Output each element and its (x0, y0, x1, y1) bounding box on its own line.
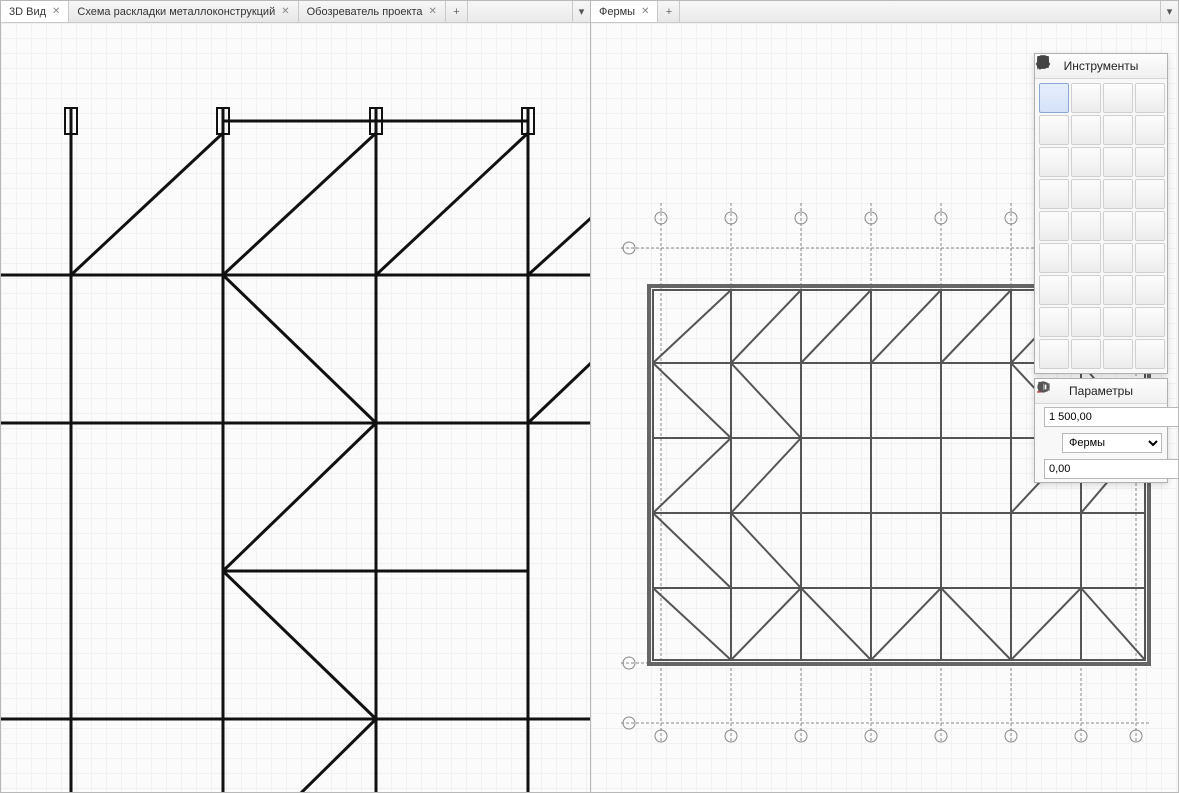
table-tool[interactable] (1039, 179, 1069, 209)
right-viewport[interactable]: Инструменты (591, 23, 1178, 792)
cylinder-tool[interactable] (1135, 211, 1165, 241)
tool-grid (1035, 79, 1167, 373)
frame-tool[interactable] (1135, 275, 1165, 305)
tab-metal-layout[interactable]: Схема раскладки металлоконструкций ✕ (69, 1, 298, 22)
tab-project-browser[interactable]: Обозреватель проекта ✕ (299, 1, 446, 22)
wall-tool[interactable] (1039, 115, 1069, 145)
height-input[interactable] (1044, 407, 1178, 427)
panel-tool[interactable] (1071, 211, 1101, 241)
parameters-palette-title: Параметры (1035, 379, 1167, 404)
close-icon[interactable]: ✕ (641, 6, 649, 17)
link-tool[interactable] (1103, 275, 1133, 305)
circle-slash-tool[interactable] (1039, 339, 1069, 369)
add-tab-button[interactable]: + (446, 1, 468, 22)
box-tool[interactable] (1071, 147, 1101, 177)
window-tool[interactable] (1135, 147, 1165, 177)
tab-label: 3D Вид (9, 6, 46, 18)
add-tab-button[interactable]: + (658, 1, 680, 22)
cube-tool[interactable] (1103, 179, 1133, 209)
curve-tool[interactable] (1071, 339, 1101, 369)
gears-tool[interactable] (1039, 275, 1069, 305)
layer-icon (1040, 434, 1058, 452)
tab-3d-view[interactable]: 3D Вид ✕ (1, 1, 69, 22)
offset-input[interactable] (1044, 459, 1178, 479)
structure-elevation-drawing (1, 23, 590, 792)
tube-tool[interactable] (1135, 243, 1165, 273)
right-pane: Фермы ✕ + ▾ (591, 1, 1178, 792)
left-tab-bar: 3D Вид ✕ Схема раскладки металлоконструк… (1, 1, 590, 23)
param-height-row: мм (1035, 404, 1167, 430)
door-tool[interactable] (1103, 147, 1133, 177)
phone-tool[interactable] (1135, 307, 1165, 337)
close-icon[interactable]: ✕ (429, 6, 437, 17)
param-offset-row: мм (1035, 456, 1167, 482)
tab-label: Обозреватель проекта (307, 6, 423, 18)
tools-palette[interactable]: Инструменты (1034, 53, 1168, 374)
layers-tool[interactable] (1103, 339, 1133, 369)
close-icon[interactable]: ✕ (281, 6, 289, 17)
tab-menu-button[interactable]: ▾ (1160, 1, 1178, 22)
slab-tool[interactable] (1071, 115, 1101, 145)
tab-label: Схема раскладки металлоконструкций (77, 6, 275, 18)
line-tool[interactable] (1071, 179, 1101, 209)
page-tool[interactable] (1103, 307, 1133, 337)
param-layer-row: Фермы (1035, 430, 1167, 456)
eraser2-tool[interactable] (1039, 147, 1069, 177)
sphere-tool[interactable] (1103, 211, 1133, 241)
parameters-palette[interactable]: Параметры мм Фермы мм (1034, 378, 1168, 483)
extrude-tool[interactable] (1135, 179, 1165, 209)
column-tool[interactable] (1135, 83, 1165, 113)
erase-tool[interactable] (1103, 115, 1133, 145)
left-pane: 3D Вид ✕ Схема раскладки металлоконструк… (1, 1, 591, 792)
cursor-tool[interactable] (1039, 83, 1069, 113)
tab-label: Фермы (599, 6, 635, 18)
tab-trusses[interactable]: Фермы ✕ (591, 1, 658, 22)
coil-tool[interactable] (1103, 243, 1133, 273)
bulb-tool[interactable] (1071, 275, 1101, 305)
layer-select[interactable]: Фермы (1062, 433, 1162, 453)
close-icon[interactable]: ✕ (52, 6, 60, 17)
left-viewport[interactable] (1, 23, 590, 792)
rect-tool[interactable] (1103, 83, 1133, 113)
sheet-tool[interactable] (1039, 307, 1069, 337)
marker-tool[interactable] (1071, 83, 1101, 113)
poly-tool[interactable] (1071, 307, 1101, 337)
drop-tool[interactable] (1039, 243, 1069, 273)
text-tool[interactable] (1135, 339, 1165, 369)
right-tab-bar: Фермы ✕ + ▾ (591, 1, 1178, 23)
tab-menu-button[interactable]: ▾ (572, 1, 590, 22)
tools-palette-title: Инструменты (1035, 54, 1167, 79)
stack-tool[interactable] (1039, 211, 1069, 241)
drop2-tool[interactable] (1071, 243, 1101, 273)
pen-tool[interactable] (1135, 115, 1165, 145)
